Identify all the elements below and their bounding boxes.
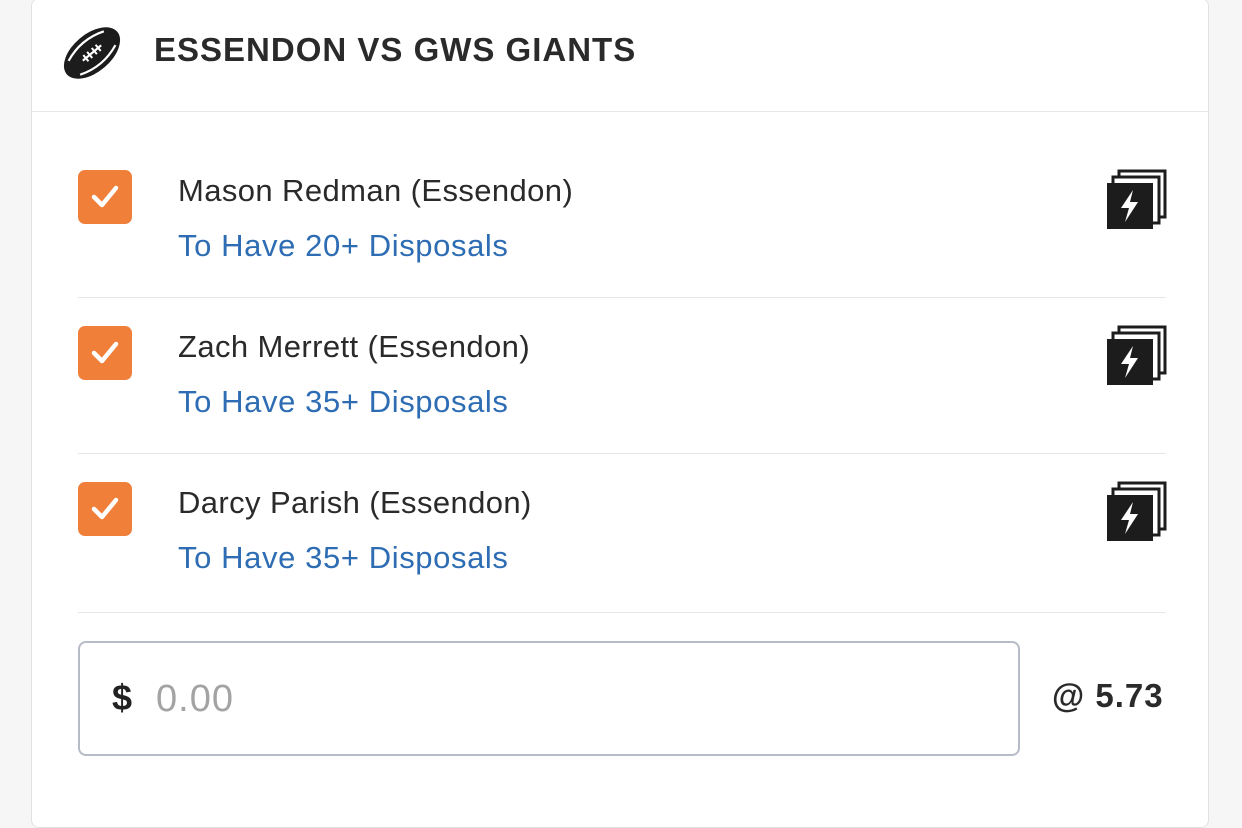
player-name: Mason Redman (Essendon): [178, 173, 574, 208]
player-name: Darcy Parish (Essendon): [178, 485, 532, 520]
market-link[interactable]: To Have 35+ Disposals: [178, 540, 509, 576]
leg-checkbox[interactable]: [78, 326, 132, 380]
checkmark-icon: [91, 497, 119, 520]
combined-odds: @ 5.73: [1052, 677, 1164, 714]
bet-leg: Darcy Parish (Essendon) To Have 35+ Disp…: [78, 454, 1169, 613]
checkmark-icon: [91, 185, 119, 208]
same-game-multi-icon[interactable]: [1105, 325, 1169, 387]
market-link[interactable]: To Have 35+ Disposals: [178, 384, 509, 420]
currency-symbol: $: [112, 677, 133, 718]
same-game-multi-icon[interactable]: [1105, 169, 1169, 231]
checkmark-icon: [91, 341, 119, 364]
card-header: ESSENDON VS GWS GIANTS: [32, 0, 1208, 112]
stake-field[interactable]: $: [78, 641, 1020, 756]
leg-checkbox[interactable]: [78, 170, 132, 224]
player-name: Zach Merrett (Essendon): [178, 329, 531, 364]
market-link[interactable]: To Have 20+ Disposals: [178, 228, 509, 264]
bet-leg: Mason Redman (Essendon) To Have 20+ Disp…: [78, 142, 1169, 298]
leg-checkbox[interactable]: [78, 482, 132, 536]
bet-card: ESSENDON VS GWS GIANTS Mason Redman (Ess…: [31, 0, 1209, 828]
bet-leg: Zach Merrett (Essendon) To Have 35+ Disp…: [78, 298, 1169, 454]
football-icon: [63, 27, 121, 79]
same-game-multi-icon[interactable]: [1105, 481, 1169, 543]
stake-input[interactable]: [154, 663, 978, 735]
match-title: ESSENDON VS GWS GIANTS: [154, 31, 637, 68]
